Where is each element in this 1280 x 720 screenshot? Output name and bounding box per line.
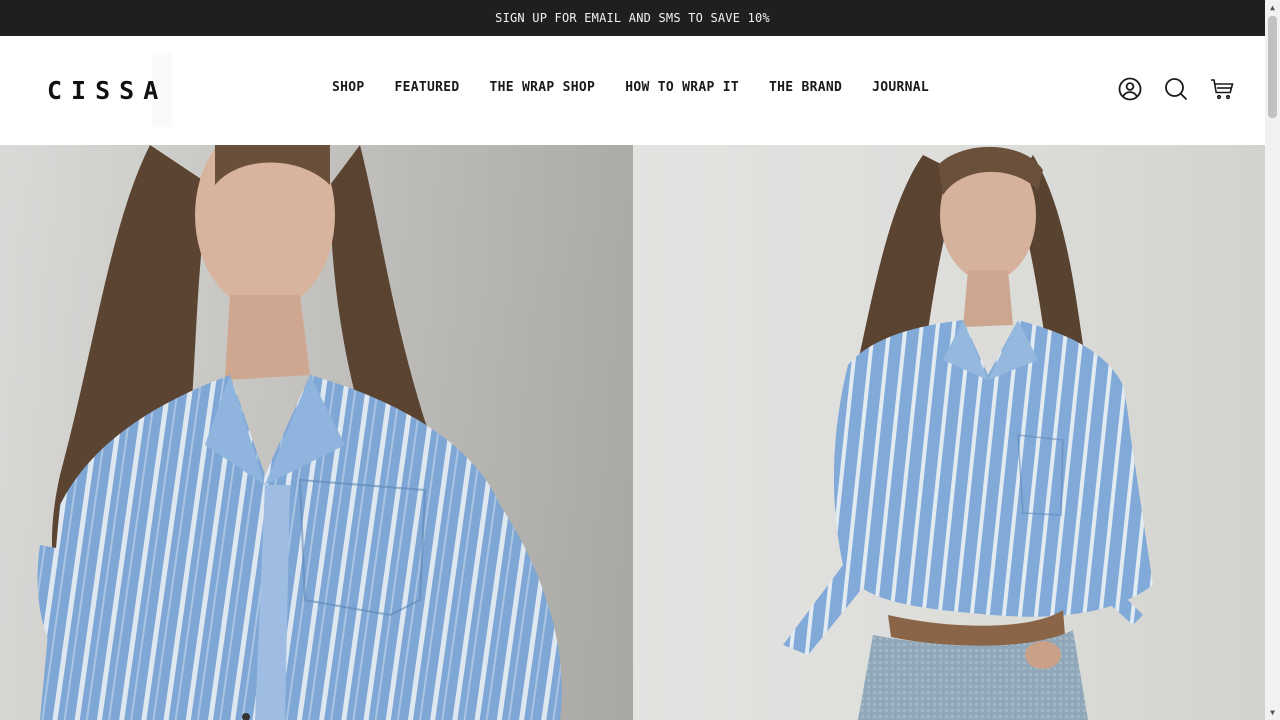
hero-image-left-illustration (0, 145, 633, 720)
scroll-down-arrow-icon[interactable]: ▼ (1265, 705, 1280, 720)
logo-text: CISSA (47, 75, 168, 105)
scroll-up-arrow-icon[interactable]: ▲ (1265, 0, 1280, 15)
nav-item-the-wrap-shop[interactable]: THE WRAP SHOP (475, 76, 611, 99)
hero-image-right-illustration (783, 146, 1153, 720)
nav-item-the-brand[interactable]: THE BRAND (754, 76, 857, 99)
nav-item-featured[interactable]: FEATURED (380, 76, 475, 99)
nav-item-shop[interactable]: SHOP (317, 76, 380, 99)
site-header: CISSA SHOP FEATURED THE WRAP SHOP HOW TO… (0, 36, 1265, 145)
announcement-text[interactable]: SIGN UP FOR EMAIL AND SMS TO SAVE 10% (495, 11, 770, 25)
hero-image-right[interactable] (633, 145, 1265, 720)
account-icon[interactable] (1117, 76, 1143, 102)
nav-item-journal[interactable]: JOURNAL (857, 76, 944, 99)
header-icons (1117, 76, 1235, 102)
hero-image-left[interactable] (0, 145, 633, 720)
scroll-thumb[interactable] (1268, 16, 1277, 118)
search-icon[interactable] (1163, 76, 1189, 102)
main-navigation: SHOP FEATURED THE WRAP SHOP HOW TO WRAP … (317, 76, 944, 99)
page-scrollbar[interactable]: ▲ ▼ (1265, 0, 1280, 720)
nav-item-how-to-wrap-it[interactable]: HOW TO WRAP IT (610, 76, 754, 99)
hero-images (0, 145, 1265, 720)
page: SIGN UP FOR EMAIL AND SMS TO SAVE 10% CI… (0, 0, 1280, 720)
brand-logo[interactable]: CISSA (44, 53, 172, 127)
cart-icon[interactable] (1209, 76, 1235, 102)
announcement-bar[interactable]: SIGN UP FOR EMAIL AND SMS TO SAVE 10% (0, 0, 1265, 36)
